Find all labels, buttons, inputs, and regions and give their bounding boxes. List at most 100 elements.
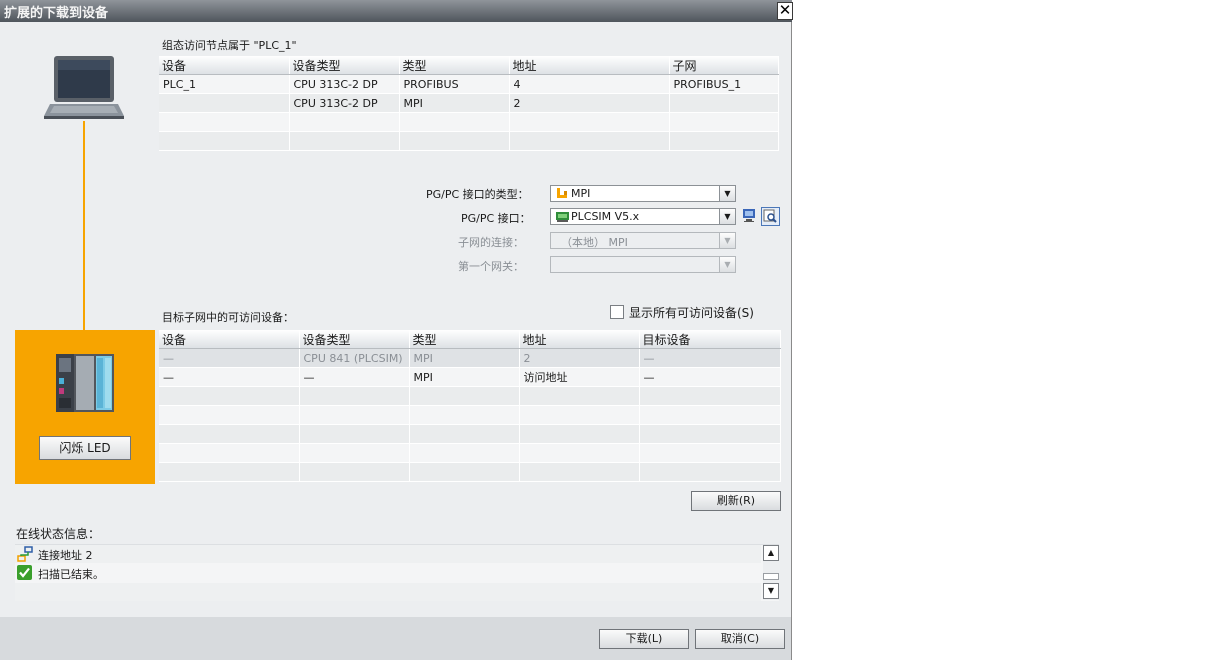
table-cell — [519, 462, 640, 482]
scroll-thumb[interactable] — [763, 573, 779, 580]
accessible-devices-heading: 目标子网中的可访问设备： — [162, 311, 294, 324]
table-row[interactable] — [159, 424, 781, 444]
table-cell: CPU 841 (PLCSIM) — [299, 348, 410, 368]
plcsim-card-icon — [556, 211, 570, 222]
table-cell — [639, 424, 781, 444]
col-header-device-type[interactable]: 设备类型 — [289, 56, 400, 75]
interface-value: PLCSIM V5.x — [571, 210, 640, 223]
subnet-connection-value: （本地） MPI — [561, 236, 628, 249]
status-scrollbar[interactable]: ▲ ▼ — [763, 545, 780, 600]
laptop-icon — [44, 54, 126, 122]
table-cell — [159, 93, 290, 113]
table-cell — [299, 443, 410, 463]
table-row[interactable] — [159, 131, 779, 151]
table-cell — [409, 405, 520, 425]
col-header-target-device[interactable]: 目标设备 — [639, 330, 781, 349]
show-all-label[interactable]: 显示所有可访问设备(S) — [629, 304, 754, 321]
connection-line — [83, 121, 85, 332]
table-cell — [159, 462, 300, 482]
title-bar[interactable]: 扩展的下载到设备 — [0, 0, 792, 22]
table-cell: CPU 313C-2 DP — [289, 93, 400, 113]
table-cell — [289, 131, 400, 151]
table-cell: PLC_1 — [159, 74, 290, 94]
subnet-connection-label: 子网的连接： — [458, 236, 524, 249]
col-header-address[interactable]: 地址 — [519, 330, 640, 349]
table-cell — [669, 112, 779, 132]
subnet-connection-select[interactable]: （本地） MPI ▼ — [550, 232, 736, 249]
chevron-down-icon[interactable]: ▼ — [719, 257, 735, 272]
chevron-down-icon[interactable]: ▼ — [719, 233, 735, 248]
table-cell — [409, 386, 520, 406]
table-row[interactable] — [159, 462, 781, 482]
status-message-text: 连接地址 2 — [38, 549, 93, 562]
refresh-button[interactable]: 刷新(R) — [691, 491, 781, 511]
green-check-icon — [17, 565, 32, 580]
table-cell: MPI — [409, 348, 520, 368]
status-empty-row — [15, 583, 761, 601]
target-device-panel: 闪烁 LED — [15, 330, 155, 484]
table-cell — [399, 131, 510, 151]
table-cell — [519, 405, 640, 425]
first-gateway-select[interactable]: ▼ — [550, 256, 736, 273]
interface-type-label: PG/PC 接口的类型： — [426, 188, 529, 201]
flash-led-button[interactable]: 闪烁 LED — [39, 436, 131, 460]
scroll-down-icon[interactable]: ▼ — [763, 583, 779, 599]
table-cell — [519, 424, 640, 444]
chevron-down-icon[interactable]: ▼ — [719, 186, 735, 201]
status-message-list: 连接地址 2 扫描已结束。 — [15, 544, 779, 601]
table-cell — [299, 386, 410, 406]
table-cell — [159, 405, 300, 425]
network-connect-icon — [17, 546, 33, 562]
table-cell — [299, 462, 410, 482]
table-cell: — — [159, 348, 300, 368]
status-message-row: 连接地址 2 — [15, 545, 761, 563]
col-header-address[interactable]: 地址 — [509, 56, 670, 75]
dialog-footer: 下载(L) 取消(C) — [0, 617, 791, 660]
table-cell — [509, 112, 670, 132]
table-cell — [159, 443, 300, 463]
table-row[interactable] — [159, 443, 781, 463]
col-header-type[interactable]: 类型 — [399, 56, 510, 75]
table-cell — [639, 443, 781, 463]
table-cell: MPI — [399, 93, 510, 113]
table-cell: 访问地址 — [519, 367, 640, 387]
table-cell: CPU 313C-2 DP — [289, 74, 400, 94]
table-row[interactable]: — CPU 841 (PLCSIM) MPI 2— — [159, 348, 781, 368]
col-header-device[interactable]: 设备 — [159, 56, 290, 75]
extended-download-dialog: 扩展的下载到设备 ✕ 闪烁 LED 组态访问节点属于 "PLC_1" 设备 设备… — [0, 0, 793, 660]
interface-properties-icon[interactable] — [742, 208, 757, 223]
table-cell — [409, 443, 520, 463]
table-row[interactable] — [159, 405, 781, 425]
table-cell: — — [639, 367, 781, 387]
table-cell — [409, 462, 520, 482]
col-header-device-type[interactable]: 设备类型 — [299, 330, 410, 349]
interface-type-select[interactable]: MPI ▼ — [550, 185, 736, 202]
table-cell: MPI — [409, 367, 520, 387]
table-cell — [409, 424, 520, 444]
table-cell — [639, 386, 781, 406]
table-cell — [669, 131, 779, 151]
table-row[interactable]: CPU 313C-2 DP MPI 2 — [159, 93, 779, 113]
table-row[interactable] — [159, 386, 781, 406]
download-button[interactable]: 下载(L) — [599, 629, 689, 649]
col-header-subnet[interactable]: 子网 — [669, 56, 779, 75]
cancel-button[interactable]: 取消(C) — [695, 629, 785, 649]
diagnostics-search-icon[interactable] — [761, 207, 780, 226]
table-cell — [299, 424, 410, 444]
table-row[interactable]: — — MPI 访问地址 — — [159, 367, 781, 387]
close-button[interactable]: ✕ — [777, 2, 793, 20]
col-header-type[interactable]: 类型 — [409, 330, 520, 349]
chevron-down-icon[interactable]: ▼ — [719, 209, 735, 224]
table-row[interactable]: PLC_1 CPU 313C-2 DP PROFIBUS 4 PROFIBUS_1 — [159, 74, 779, 94]
table-cell — [639, 405, 781, 425]
scroll-up-icon[interactable]: ▲ — [763, 545, 779, 561]
table-cell: PROFIBUS — [399, 74, 510, 94]
table-cell: — — [159, 367, 300, 387]
col-header-device[interactable]: 设备 — [159, 330, 300, 349]
show-all-checkbox[interactable] — [610, 305, 624, 319]
table-cell — [669, 93, 779, 113]
table-row[interactable] — [159, 112, 779, 132]
table-cell: — — [639, 348, 781, 368]
table-cell — [159, 112, 290, 132]
interface-select[interactable]: PLCSIM V5.x ▼ — [550, 208, 736, 225]
